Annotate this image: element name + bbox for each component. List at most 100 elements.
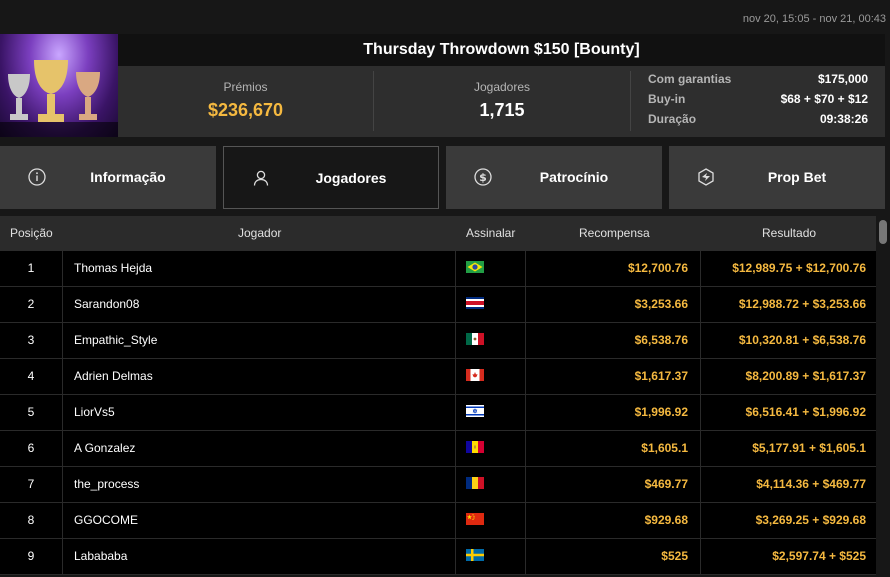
table-row[interactable]: 7 the_process $469.77 $4,114.36 + $469.77: [0, 467, 876, 503]
mexico-flag: [466, 333, 484, 345]
row-reward: $12,700.76: [627, 261, 688, 275]
row-player-name[interactable]: Adrien Delmas: [74, 359, 153, 394]
header-player[interactable]: Jogador: [238, 216, 281, 251]
detail-value: $175,000: [817, 72, 868, 86]
row-result: $8,200.89 + $1,617.37: [745, 369, 866, 383]
tournament-dates: nov 20, 15:05 - nov 21, 00:43: [742, 13, 886, 25]
table-row[interactable]: 4 Adrien Delmas $1,617.37 $8,200.89 + $1,61…: [0, 359, 876, 395]
row-result: $5,177.91 + $1,605.1: [752, 441, 866, 455]
column-divider: [700, 251, 701, 286]
row-result: $12,988.72 + $3,253.66: [738, 297, 866, 311]
column-divider: [455, 395, 456, 430]
header-position[interactable]: Posição: [10, 216, 53, 251]
players-label: Jogadores: [473, 80, 531, 94]
row-reward: $929.68: [644, 513, 688, 527]
row-reward: $1,605.1: [641, 441, 688, 455]
row-result: $10,320.81 + $6,538.76: [738, 333, 866, 347]
tab-label: Jogadores: [315, 170, 387, 186]
stats-panel: Prémios $236,670 Jogadores 1,715 Com gar…: [118, 66, 885, 137]
row-position: 8: [27, 513, 35, 527]
table-row[interactable]: 3 Empathic_Style $6,538.76 $10,320.81 + $6,…: [0, 323, 876, 359]
scrollbar-thumb[interactable]: [879, 220, 887, 244]
row-player-name[interactable]: A Gonzalez: [74, 431, 135, 466]
divider: [630, 71, 631, 131]
row-position: 5: [27, 405, 35, 419]
row-reward: $469.77: [644, 477, 688, 491]
table-row[interactable]: 9 Labababa $525 $2,597.74 + $525: [0, 539, 876, 575]
row-result: $3,269.25 + $929.68: [755, 513, 866, 527]
tab-label: Prop Bet: [767, 169, 827, 185]
tab-sponsorship[interactable]: $ Patrocínio: [446, 146, 662, 209]
row-result: $4,114.36 + $469.77: [756, 477, 866, 491]
row-player-name[interactable]: GGOCOME: [74, 503, 138, 538]
detail-key: Buy-in: [648, 92, 686, 106]
table-row[interactable]: 5 LiorVs5 $1,996.92 $6,516.41 + $1,996.92: [0, 395, 876, 431]
detail-buyin: Buy-in $68 + $70 + $12: [648, 92, 868, 112]
tab-players[interactable]: Jogadores: [223, 146, 439, 209]
prize-pool: Prémios $236,670: [118, 66, 373, 137]
column-divider: [525, 395, 526, 430]
row-position: 2: [27, 297, 35, 311]
row-position: 9: [27, 549, 35, 563]
column-divider: [455, 467, 456, 502]
date-bar: nov 20, 15:05 - nov 21, 00:43: [0, 0, 890, 34]
row-player-name[interactable]: Empathic_Style: [74, 323, 157, 358]
column-divider: [62, 359, 63, 394]
table-row[interactable]: 8 GGOCOME $929.68 $3,269.25 + $929.68: [0, 503, 876, 539]
romania-flag: [466, 477, 484, 489]
table-row[interactable]: 1 Thomas Hejda $12,700.76 $12,989.75 + $12,…: [0, 251, 876, 287]
column-divider: [62, 251, 63, 286]
column-divider: [62, 287, 63, 322]
column-divider: [62, 431, 63, 466]
column-divider: [700, 503, 701, 538]
row-reward: $1,617.37: [634, 369, 688, 383]
column-divider: [525, 467, 526, 502]
column-divider: [700, 467, 701, 502]
column-divider: [62, 323, 63, 358]
tab-information[interactable]: Informação: [0, 146, 216, 209]
players-value: 1,715: [479, 100, 525, 120]
column-divider: [700, 431, 701, 466]
column-divider: [455, 287, 456, 322]
row-player-name[interactable]: LiorVs5: [74, 395, 115, 430]
header-flag[interactable]: Assinalar: [466, 216, 515, 251]
row-position: 4: [27, 369, 35, 383]
row-player-name[interactable]: Sarandon08: [74, 287, 139, 322]
trophies-icon: [0, 60, 118, 137]
column-divider: [525, 251, 526, 286]
detail-guarantee: Com garantias $175,000: [648, 72, 868, 92]
tab-prop-bet[interactable]: Prop Bet: [669, 146, 885, 209]
china-flag: [466, 513, 484, 525]
column-divider: [525, 359, 526, 394]
table-header: Posição Jogador Assinalar Recompensa Res…: [0, 216, 876, 251]
tournament-title: Thursday Throwdown $150 [Bounty]: [118, 34, 885, 66]
tab-label: Informação: [90, 169, 166, 185]
column-divider: [455, 323, 456, 358]
table-row[interactable]: 6 A Gonzalez $1,605.1 $5,177.91 + $1,605.1: [0, 431, 876, 467]
row-position: 3: [27, 333, 35, 347]
andorra-flag: [466, 441, 484, 453]
row-player-name[interactable]: the_process: [74, 467, 139, 502]
column-divider: [455, 359, 456, 394]
column-divider: [455, 539, 456, 574]
detail-value: 09:38:26: [819, 112, 868, 126]
row-player-name[interactable]: Thomas Hejda: [74, 251, 152, 286]
table-row[interactable]: 2 Sarandon08 $3,253.66 $12,988.72 + $3,253.…: [0, 287, 876, 323]
column-divider: [62, 467, 63, 502]
column-divider: [62, 539, 63, 574]
row-reward: $6,538.76: [634, 333, 688, 347]
header-reward[interactable]: Recompensa: [579, 216, 650, 251]
sweden-flag: [466, 549, 484, 561]
row-reward: $3,253.66: [634, 297, 688, 311]
column-divider: [700, 287, 701, 322]
players-table: Posição Jogador Assinalar Recompensa Res…: [0, 216, 876, 575]
column-divider: [455, 431, 456, 466]
scrollbar[interactable]: [876, 216, 890, 577]
header-result[interactable]: Resultado: [762, 216, 816, 251]
table-body: 1 Thomas Hejda $12,700.76 $12,989.75 + $12,…: [0, 251, 876, 575]
detail-key: Com garantias: [648, 72, 732, 86]
tab-bar: Informação Jogadores $ Patrocínio Prop B…: [0, 146, 890, 209]
israel-flag: [466, 405, 484, 417]
column-divider: [525, 539, 526, 574]
row-player-name[interactable]: Labababa: [74, 539, 127, 574]
